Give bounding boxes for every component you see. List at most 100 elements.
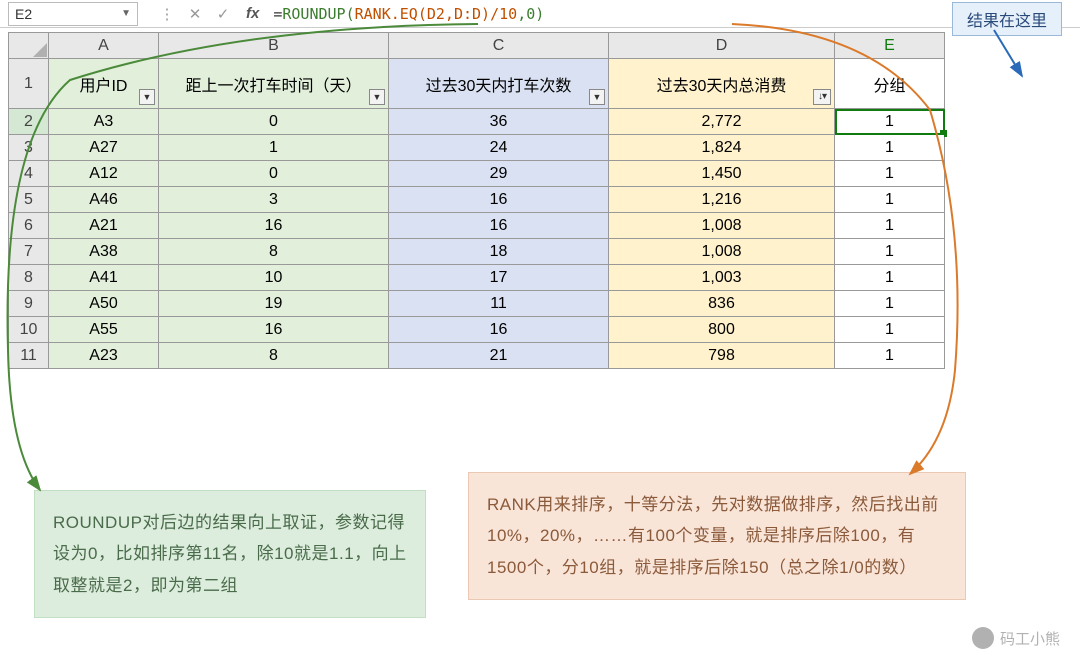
col-header-D[interactable]: D [609,33,835,59]
table-row: 4A120291,4501 [9,161,945,187]
cell-D4[interactable]: 1,450 [609,161,835,187]
dropdown-arrow-icon[interactable]: ▼ [121,8,131,19]
cell-C2[interactable]: 36 [389,109,609,135]
cell-B11[interactable]: 8 [159,343,389,369]
annotation-roundup: ROUNDUP对后边的结果向上取证，参数记得设为0，比如排序第11名，除10就是… [34,490,426,618]
cell-A3[interactable]: A27 [49,135,159,161]
col-header-C[interactable]: C [389,33,609,59]
cell-E5[interactable]: 1 [835,187,945,213]
spreadsheet: A B C D E 1用户ID▼距上一次打车时间（天）▼过去30天内打车次数▼过… [8,32,945,369]
cell-E2[interactable]: 1 [835,109,945,135]
cell-D8[interactable]: 1,003 [609,265,835,291]
watermark-text: 码工小熊 [1000,628,1060,649]
cell-A4[interactable]: A12 [49,161,159,187]
cell-D11[interactable]: 798 [609,343,835,369]
formula-controls: ⋮ ✕ ✓ fx [156,5,259,23]
cell-C7[interactable]: 18 [389,239,609,265]
cell-E3[interactable]: 1 [835,135,945,161]
table-row: 1用户ID▼距上一次打车时间（天）▼过去30天内打车次数▼过去30天内总消费↓▾… [9,59,945,109]
row-header[interactable]: 10 [9,317,49,343]
cancel-icon[interactable]: ✕ [184,5,206,23]
cell-D6[interactable]: 1,008 [609,213,835,239]
cell-A8[interactable]: A41 [49,265,159,291]
cell-C8[interactable]: 17 [389,265,609,291]
cell-C4[interactable]: 29 [389,161,609,187]
row-header[interactable]: 6 [9,213,49,239]
cell-D2[interactable]: 2,772 [609,109,835,135]
cell-D7[interactable]: 1,008 [609,239,835,265]
cell-E11[interactable]: 1 [835,343,945,369]
row-header[interactable]: 5 [9,187,49,213]
annotation-rank: RANK用来排序，十等分法，先对数据做排序，然后找出前10%，20%，……有10… [468,472,966,600]
col-header-B[interactable]: B [159,33,389,59]
row-header[interactable]: 2 [9,109,49,135]
cell-D1[interactable]: 过去30天内总消费↓▾ [609,59,835,109]
table-row: 11A238217981 [9,343,945,369]
cell-E9[interactable]: 1 [835,291,945,317]
col-header-E[interactable]: E [835,33,945,59]
cell-D10[interactable]: 800 [609,317,835,343]
cell-D9[interactable]: 836 [609,291,835,317]
cell-B5[interactable]: 3 [159,187,389,213]
sort-desc-icon[interactable]: ↓▾ [813,89,831,105]
col-header-A[interactable]: A [49,33,159,59]
result-annotation: 结果在这里 [952,2,1062,36]
cell-B9[interactable]: 19 [159,291,389,317]
cell-E6[interactable]: 1 [835,213,945,239]
fx-icon[interactable]: fx [246,5,259,22]
table-row: 2A30362,7721 [9,109,945,135]
table-row: 8A4110171,0031 [9,265,945,291]
filter-icon[interactable]: ▼ [589,89,605,105]
cell-B3[interactable]: 1 [159,135,389,161]
table-row: 6A2116161,0081 [9,213,945,239]
row-header[interactable]: 7 [9,239,49,265]
cell-E1[interactable]: 分组 [835,59,945,109]
table-row: 7A388181,0081 [9,239,945,265]
filter-icon[interactable]: ▼ [369,89,385,105]
cell-C6[interactable]: 16 [389,213,609,239]
cell-B6[interactable]: 16 [159,213,389,239]
cell-B4[interactable]: 0 [159,161,389,187]
row-header[interactable]: 1 [9,59,49,109]
watermark-icon [972,627,994,649]
cell-E8[interactable]: 1 [835,265,945,291]
cell-C11[interactable]: 21 [389,343,609,369]
accept-icon[interactable]: ✓ [212,5,234,23]
table-row: 3A271241,8241 [9,135,945,161]
cell-E4[interactable]: 1 [835,161,945,187]
cell-D5[interactable]: 1,216 [609,187,835,213]
cell-A5[interactable]: A46 [49,187,159,213]
row-header[interactable]: 8 [9,265,49,291]
row-header[interactable]: 3 [9,135,49,161]
cell-C10[interactable]: 16 [389,317,609,343]
filter-icon[interactable]: ▼ [139,89,155,105]
cell-E10[interactable]: 1 [835,317,945,343]
cell-reference: E2 [15,6,121,22]
cell-B7[interactable]: 8 [159,239,389,265]
cell-A7[interactable]: A38 [49,239,159,265]
cell-C5[interactable]: 16 [389,187,609,213]
cell-A2[interactable]: A3 [49,109,159,135]
cell-A10[interactable]: A55 [49,317,159,343]
cell-C3[interactable]: 24 [389,135,609,161]
name-box[interactable]: E2 ▼ [8,2,138,26]
cell-C1[interactable]: 过去30天内打车次数▼ [389,59,609,109]
cell-B2[interactable]: 0 [159,109,389,135]
row-header[interactable]: 11 [9,343,49,369]
history-icon[interactable]: ⋮ [156,5,178,23]
cell-A1[interactable]: 用户ID▼ [49,59,159,109]
cell-B10[interactable]: 16 [159,317,389,343]
cell-C9[interactable]: 11 [389,291,609,317]
cell-A11[interactable]: A23 [49,343,159,369]
cell-A6[interactable]: A21 [49,213,159,239]
cell-B8[interactable]: 10 [159,265,389,291]
row-header[interactable]: 9 [9,291,49,317]
select-all-corner[interactable] [9,33,49,59]
row-header[interactable]: 4 [9,161,49,187]
table-row: 10A5516168001 [9,317,945,343]
cell-E7[interactable]: 1 [835,239,945,265]
cell-D3[interactable]: 1,824 [609,135,835,161]
formula-text: =ROUNDUP(RANK.EQ(D2,D:D)/10,0) [273,5,544,23]
cell-A9[interactable]: A50 [49,291,159,317]
cell-B1[interactable]: 距上一次打车时间（天）▼ [159,59,389,109]
